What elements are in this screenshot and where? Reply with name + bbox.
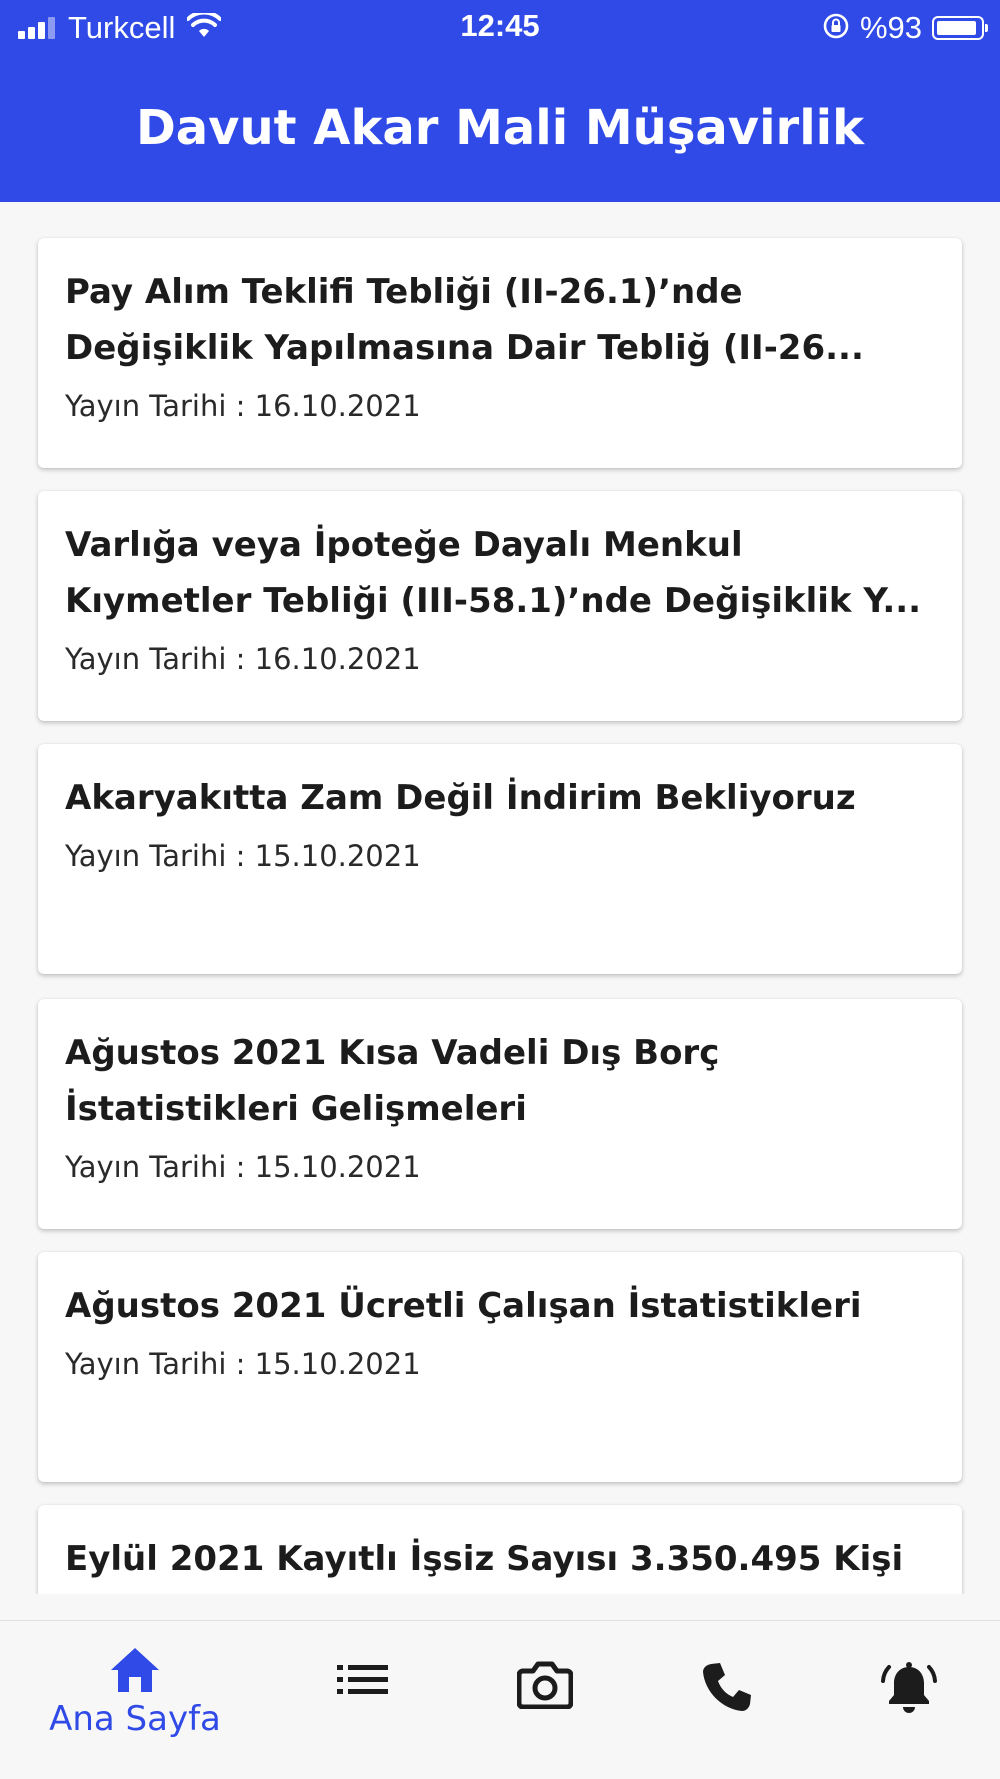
nav-camera[interactable]	[455, 1661, 635, 1771]
alarm-bell-icon	[880, 1661, 938, 1715]
phone-icon	[701, 1661, 753, 1713]
nav-notifications[interactable]	[819, 1661, 999, 1771]
nav-home-label: Ana Sayfa	[49, 1699, 221, 1739]
news-card[interactable]: Akaryakıtta Zam Değil İndirim Bekliyoruz…	[38, 744, 962, 974]
news-date: Yayın Tarihi : 15.10.2021	[65, 1150, 421, 1184]
app-title: Davut Akar Mali Müşavirlik	[135, 100, 865, 156]
news-date: Yayın Tarihi : 15.10.2021	[65, 1347, 421, 1381]
news-title: Varlığa veya İpoteğe Dayalı Menkul Kıyme…	[65, 525, 922, 621]
news-title: Akaryakıtta Zam Değil İndirim Bekliyoruz	[65, 778, 856, 818]
app-header: Turkcell 12:45 %93 Davut Akar Mali Müşav…	[0, 0, 1000, 202]
nav-phone[interactable]	[637, 1661, 817, 1771]
news-card[interactable]: Eylül 2021 Kayıtlı İşsiz Sayısı 3.350.49…	[38, 1505, 962, 1594]
news-date: Yayın Tarihi : 16.10.2021	[65, 389, 421, 423]
news-title: Eylül 2021 Kayıtlı İşsiz Sayısı 3.350.49…	[65, 1539, 904, 1579]
list-icon	[337, 1663, 389, 1697]
home-icon	[107, 1645, 163, 1695]
battery-icon	[932, 16, 988, 40]
battery-percent: %93	[859, 10, 922, 45]
nav-home[interactable]: Ana Sayfa	[45, 1645, 225, 1755]
status-right: %93	[822, 8, 988, 48]
bottom-navigation: Ana Sayfa	[0, 1620, 1000, 1779]
news-list[interactable]: Pay Alım Teklifi Tebliği (II-26.1)’nde D…	[0, 202, 1000, 1594]
news-title: Pay Alım Teklifi Tebliği (II-26.1)’nde D…	[65, 272, 864, 368]
news-date: Yayın Tarihi : 16.10.2021	[65, 642, 421, 676]
battery-fill	[937, 21, 977, 35]
status-bar: Turkcell 12:45 %93	[0, 0, 1000, 54]
news-date: Yayın Tarihi : 15.10.2021	[65, 839, 421, 873]
news-title: Ağustos 2021 Kısa Vadeli Dış Borç İstati…	[65, 1033, 720, 1129]
news-title: Ağustos 2021 Ücretli Çalışan İstatistikl…	[65, 1286, 862, 1326]
news-card[interactable]: Ağustos 2021 Kısa Vadeli Dış Borç İstati…	[38, 999, 962, 1229]
rotation-lock-icon	[822, 12, 850, 44]
news-card[interactable]: Varlığa veya İpoteğe Dayalı Menkul Kıyme…	[38, 491, 962, 721]
nav-list[interactable]	[273, 1663, 453, 1773]
news-card[interactable]: Ağustos 2021 Ücretli Çalışan İstatistikl…	[38, 1252, 962, 1482]
camera-icon	[517, 1661, 573, 1709]
news-card[interactable]: Pay Alım Teklifi Tebliği (II-26.1)’nde D…	[38, 238, 962, 468]
